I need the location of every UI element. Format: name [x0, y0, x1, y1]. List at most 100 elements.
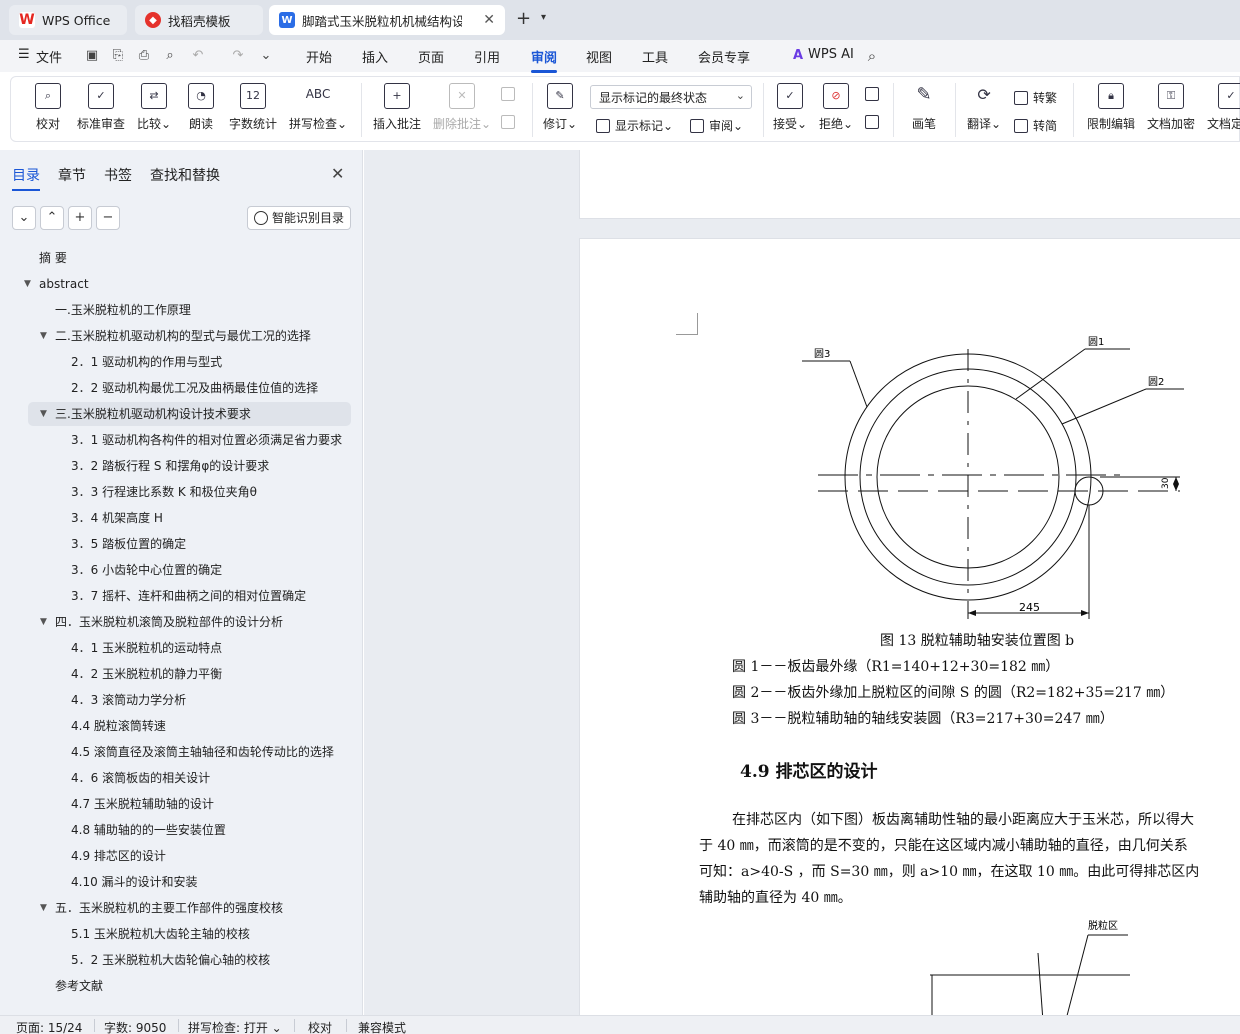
read-aloud-button[interactable]: ◔ 朗读 [188, 83, 214, 132]
menu-tools[interactable]: 工具 [642, 47, 668, 66]
nav-tab-bookmarks[interactable]: 书签 [104, 165, 132, 185]
toc-item[interactable]: 三.玉米脱粒机驱动机构设计技术要求 [28, 402, 351, 426]
tab-wps-office[interactable]: W WPS Office [9, 5, 127, 35]
toc-item[interactable]: 4．6 滚筒板齿的相关设计 [71, 766, 345, 790]
redo-icon[interactable]: ↷ [230, 48, 246, 64]
toc-item[interactable]: 四．玉米脱粒机滚筒及脱粒部件的设计分析 [55, 610, 345, 634]
toc-item[interactable]: 3．2 踏板行程 S 和摆角φ的设计要求 [71, 454, 345, 478]
toc-item[interactable]: 5.1 玉米脱粒机大齿轮主轴的校核 [71, 922, 345, 946]
word-count-indicator[interactable]: 字数: 9050 [104, 1019, 166, 1034]
ai-toc-button[interactable]: 智能识别目录 [247, 206, 351, 230]
expand-arrow-icon[interactable]: ▼ [40, 402, 47, 426]
toc-item[interactable]: 五．玉米脱粒机的主要工作部件的强度校核 [55, 896, 345, 920]
toc-item[interactable]: 4.5 滚筒直径及滚筒主轴轴径和齿轮传动比的选择 [71, 740, 345, 764]
nav-tab-find-replace[interactable]: 查找和替换 [150, 165, 220, 185]
to-simplified-button[interactable]: 转简 [1014, 117, 1057, 134]
proofread-button[interactable]: ⌕ 校对 [35, 83, 61, 132]
next-comment-icon[interactable] [501, 115, 520, 129]
nav-tab-sections[interactable]: 章节 [58, 165, 86, 185]
doc-final-button[interactable]: ✓ 文档定稿 [1207, 83, 1240, 132]
close-icon[interactable]: ✕ [331, 164, 344, 183]
toc-item[interactable]: 3．7 摇杆、连杆和曲柄之间的相对位置确定 [71, 584, 345, 608]
proof-indicator[interactable]: 校对 [308, 1019, 332, 1034]
menu-page[interactable]: 页面 [418, 47, 444, 66]
expand-arrow-icon[interactable]: ▼ [40, 896, 47, 920]
quick-access-more-icon[interactable]: ⌄ [258, 48, 274, 64]
remove-heading-button[interactable]: − [96, 206, 120, 230]
to-traditional-button[interactable]: 转繁 [1014, 89, 1057, 106]
markup-state-select[interactable]: 显示标记的最终状态 ⌄ [590, 85, 752, 109]
review-pane-button[interactable]: 审阅 ⌄ [690, 117, 743, 134]
spell-check-button[interactable]: ABC 拼写检查⌄ [289, 83, 347, 132]
document-canvas[interactable]: 圆3 圆1 圆2 245 30 图 13 脱粒辅助轴安装位置图 b 圆 1－－板… [364, 150, 1240, 1015]
toc-item[interactable]: 4.9 排芯区的设计 [71, 844, 345, 868]
toc-item[interactable]: 摘 要 [39, 246, 345, 270]
toc-item[interactable]: 3．4 机架高度 H [71, 506, 345, 530]
reject-button[interactable]: ⊘ 拒绝⌄ [819, 83, 853, 132]
expand-arrow-icon[interactable]: ▼ [40, 610, 47, 634]
wps-ai-button[interactable]: WPS AI [808, 47, 854, 62]
compare-button[interactable]: ⇄ 比较⌄ [137, 83, 171, 132]
search-icon[interactable]: ⌕ [864, 48, 880, 64]
menu-start[interactable]: 开始 [306, 47, 332, 66]
menu-review[interactable]: 审阅 [531, 47, 558, 73]
toc-item[interactable]: 4．3 滚筒动力学分析 [71, 688, 345, 712]
tab-list-button[interactable]: ▾ [541, 12, 546, 23]
translate-button[interactable]: ⟳ 翻译⌄ [967, 83, 1001, 132]
prev-comment-icon[interactable] [501, 87, 520, 101]
toc-item[interactable]: 4.10 漏斗的设计和安装 [71, 870, 345, 894]
toc-item[interactable]: 3．5 踏板位置的确定 [71, 532, 345, 556]
show-markup-button[interactable]: 显示标记 ⌄ [596, 117, 673, 134]
restrict-edit-button[interactable]: 🔒︎ 限制编辑 [1087, 83, 1135, 132]
accept-button[interactable]: ✓ 接受⌄ [773, 83, 807, 132]
collapse-up-button[interactable]: ⌃ [40, 206, 64, 230]
expand-arrow-icon[interactable]: ▼ [24, 272, 31, 296]
menu-view[interactable]: 视图 [586, 47, 612, 66]
toc-item[interactable]: 3．1 驱动机构各构件的相对位置必须满足省力要求 [71, 428, 345, 452]
toc-item[interactable]: 二.玉米脱粒机驱动机构的型式与最优工况的选择 [55, 324, 345, 348]
toc-item[interactable]: 参考文献 [55, 974, 345, 998]
export-icon[interactable]: ⎘ [110, 48, 126, 64]
menu-insert[interactable]: 插入 [362, 47, 388, 66]
print-icon[interactable]: ⎙ [136, 48, 152, 64]
prev-change-icon[interactable] [865, 87, 884, 101]
insert-comment-button[interactable]: + 插入批注 [373, 83, 421, 132]
save-icon[interactable]: ▣ [84, 48, 100, 64]
spell-check-indicator[interactable]: 拼写检查: 打开 ⌄ [188, 1019, 282, 1034]
track-changes-button[interactable]: ✎ 修订⌄ [543, 83, 577, 132]
toc-item[interactable]: 4.4 脱粒滚筒转速 [71, 714, 345, 738]
add-heading-button[interactable]: + [68, 206, 92, 230]
toc-item[interactable]: 2．1 驱动机构的作用与型式 [71, 350, 345, 374]
toc-item[interactable]: 3．3 行程速比系数 K 和极位夹角θ [71, 480, 345, 504]
standard-review-button[interactable]: ✓ 标准审查 [77, 83, 125, 132]
expand-down-button[interactable]: ⌄ [12, 206, 36, 230]
toc-item[interactable]: abstract [39, 272, 345, 296]
tab-document[interactable]: W 脚踏式玉米脱粒机机械结构设计 ✕ [269, 5, 505, 35]
toc-item[interactable]: 4.7 玉米脱粒辅助轴的设计 [71, 792, 345, 816]
undo-icon[interactable]: ↶ [190, 48, 206, 64]
toc-item[interactable]: 4．1 玉米脱粒机的运动特点 [71, 636, 345, 660]
expand-arrow-icon[interactable]: ▼ [40, 324, 47, 348]
menu-reference[interactable]: 引用 [474, 47, 500, 66]
doc-encrypt-button[interactable]: ⚿ 文档加密 [1147, 83, 1195, 132]
delete-comment-button[interactable]: ✕ 删除批注⌄ [433, 83, 491, 132]
print-preview-icon[interactable]: ⌕ [162, 48, 178, 64]
toc-item[interactable]: 3．6 小齿轮中心位置的确定 [71, 558, 345, 582]
page-indicator[interactable]: 页面: 15/24 [16, 1019, 82, 1034]
document-page[interactable]: 圆3 圆1 圆2 245 30 图 13 脱粒辅助轴安装位置图 b 圆 1－－板… [579, 238, 1240, 1015]
toc-item[interactable]: 2．2 驱动机构最优工况及曲柄最佳位值的选择 [71, 376, 345, 400]
close-tab-icon[interactable]: ✕ [483, 12, 495, 28]
nav-tab-toc[interactable]: 目录 [12, 165, 40, 191]
new-tab-button[interactable]: + [516, 8, 531, 29]
next-change-icon[interactable] [865, 115, 884, 129]
toc-item[interactable]: 4．2 玉米脱粒机的静力平衡 [71, 662, 345, 686]
pen-button[interactable]: ✎ 画笔 [911, 83, 937, 132]
menu-membership[interactable]: 会员专享 [698, 47, 750, 66]
tab-template[interactable]: ◆ 找稻壳模板 [135, 5, 263, 35]
toc-item[interactable]: 4.8 辅助轴的的一些安装位置 [71, 818, 345, 842]
file-menu[interactable]: 文件 [36, 47, 62, 66]
word-count-button[interactable]: 12 字数统计 [229, 83, 277, 132]
toc-item[interactable]: 一.玉米脱粒机的工作原理 [55, 298, 345, 322]
menu-icon[interactable]: ☰ [18, 47, 30, 62]
toc-item[interactable]: 5．2 玉米脱粒机大齿轮偏心轴的校核 [71, 948, 345, 972]
